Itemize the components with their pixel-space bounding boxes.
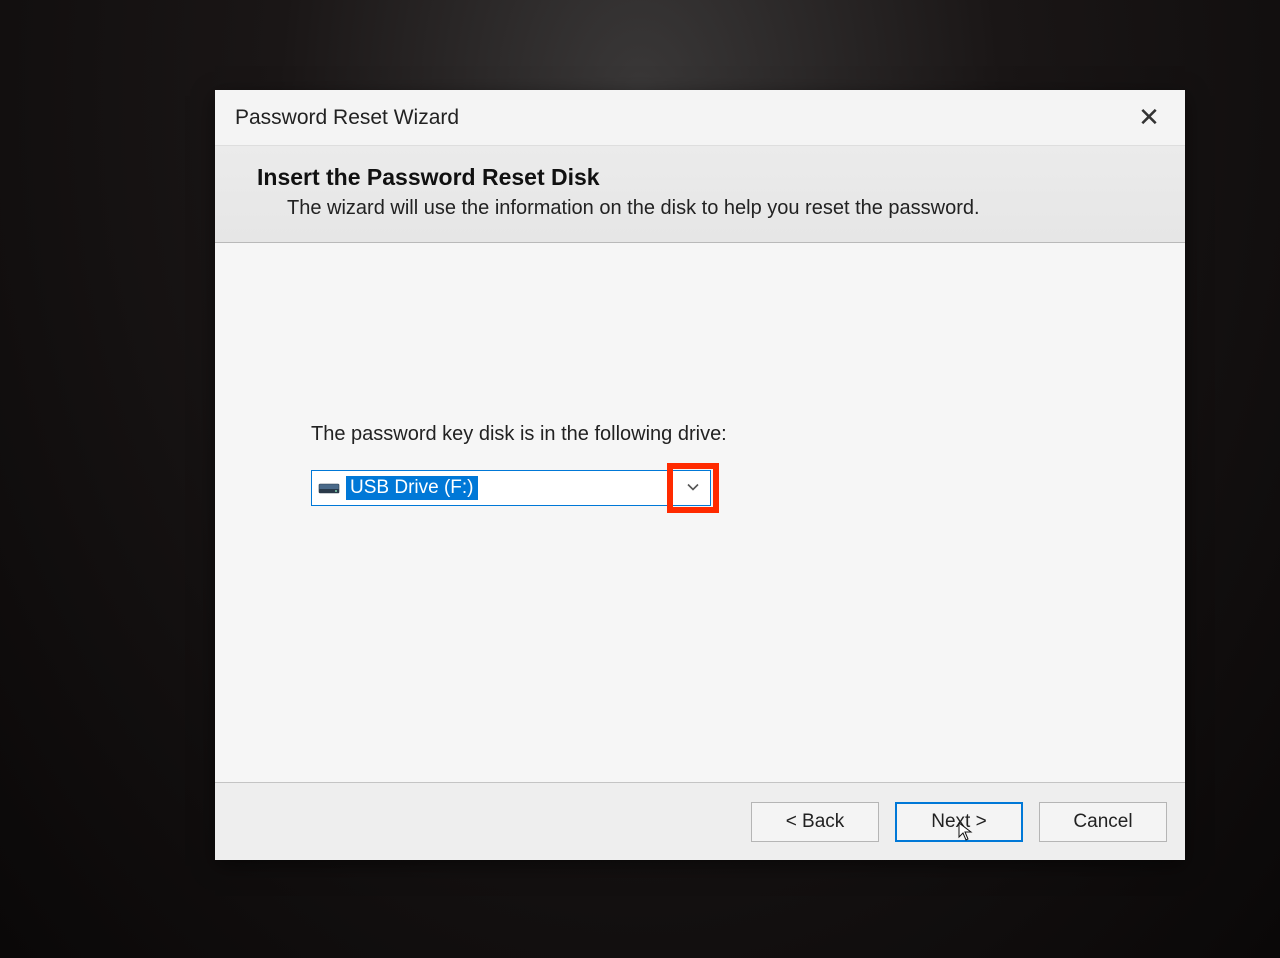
drive-prompt-label: The password key disk is in the followin… [311, 423, 1089, 446]
dialog-title: Password Reset Wizard [235, 106, 459, 130]
close-icon: ✕ [1138, 102, 1160, 133]
titlebar: Password Reset Wizard ✕ [215, 90, 1185, 146]
close-button[interactable]: ✕ [1127, 96, 1171, 140]
wizard-step-subheading: The wizard will use the information on t… [257, 197, 1157, 220]
drive-select-value: USB Drive (F:) [346, 476, 478, 500]
wizard-step-heading: Insert the Password Reset Disk [257, 164, 1157, 191]
back-button-label: < Back [786, 811, 845, 833]
usb-drive-icon [318, 481, 340, 495]
back-button[interactable]: < Back [751, 802, 879, 842]
wizard-body: The password key disk is in the followin… [215, 243, 1185, 782]
next-button[interactable]: Next > [895, 802, 1023, 842]
cancel-button-label: Cancel [1073, 811, 1132, 833]
next-button-label: Next > [931, 811, 986, 833]
drive-select-wrap: USB Drive (F:) [311, 470, 711, 506]
cancel-button[interactable]: Cancel [1039, 802, 1167, 842]
header-band: Insert the Password Reset Disk The wizar… [215, 146, 1185, 243]
wizard-dialog: Password Reset Wizard ✕ Insert the Passw… [215, 90, 1185, 860]
wizard-footer: < Back Next > Cancel [215, 782, 1185, 860]
drive-select[interactable]: USB Drive (F:) [311, 470, 711, 506]
chevron-down-icon [686, 480, 700, 497]
